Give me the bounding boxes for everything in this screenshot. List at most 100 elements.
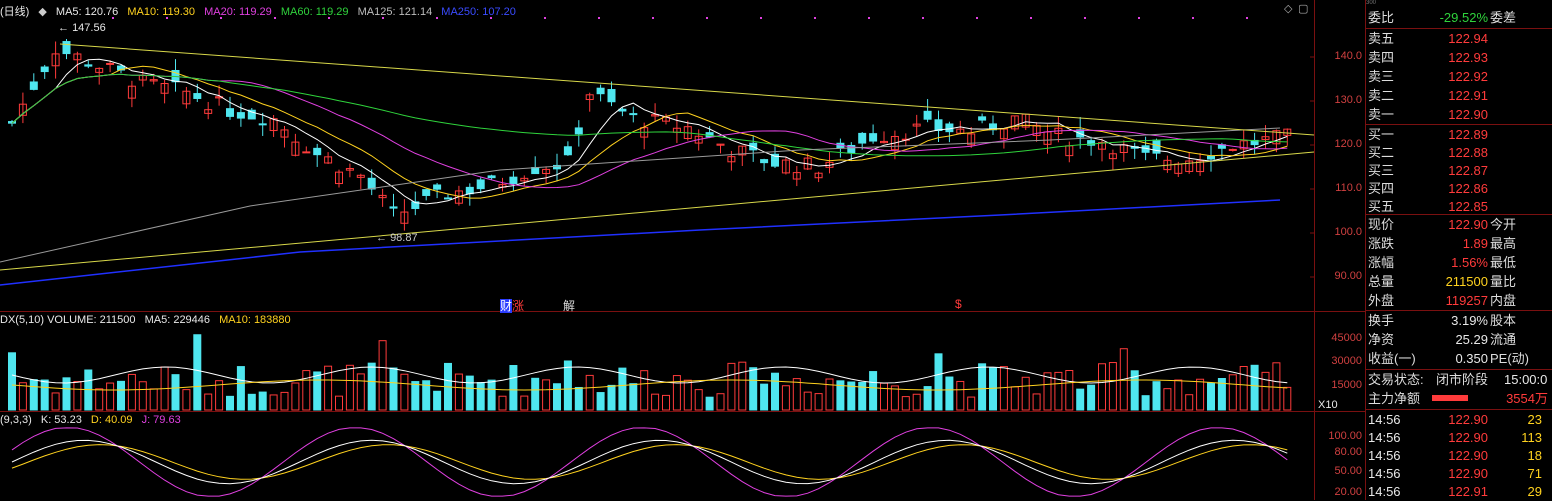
- axis-tick-label: 130.0: [1334, 94, 1362, 106]
- candle-body: [476, 179, 485, 190]
- sell-level-label: 卖五: [1368, 31, 1395, 46]
- volume-bar: [73, 381, 82, 411]
- stat-label: 换手: [1368, 313, 1395, 328]
- event-dot: [976, 17, 978, 19]
- volume-bar: [705, 396, 714, 411]
- tick-volume: 113: [1521, 430, 1542, 445]
- sell-level-price: 122.93: [1448, 50, 1488, 65]
- volume-bar: [127, 373, 136, 411]
- volume-bar: [945, 376, 954, 411]
- event-marker-unlock[interactable]: 解: [563, 297, 575, 314]
- volume-bar: [204, 393, 213, 411]
- sell-level-price: 122.90: [1448, 107, 1488, 122]
- volume-bar: [280, 391, 289, 411]
- chart-canvas[interactable]: [0, 0, 1366, 500]
- chart-toggle-icon[interactable]: ◇: [1284, 2, 1292, 15]
- sell-level-row: 卖二 122.91: [1366, 86, 1552, 105]
- volume-bar: [1087, 384, 1096, 411]
- buy-level-label: 买四: [1368, 181, 1395, 196]
- candle-body: [465, 186, 474, 195]
- ma250-legend: MA250: 107.20: [441, 6, 516, 18]
- candle-body: [1228, 148, 1237, 151]
- volume-bar: [542, 379, 551, 411]
- volume-bar: [367, 362, 376, 411]
- tick-time: 14:56: [1368, 430, 1401, 445]
- buy-level-label: 买二: [1368, 145, 1395, 160]
- sell-level-label: 卖二: [1368, 88, 1395, 103]
- volume-bar: [1021, 376, 1030, 411]
- tick-price: 122.91: [1448, 484, 1488, 499]
- volume-bar: [465, 375, 474, 411]
- event-dot: [868, 17, 870, 19]
- volume-bar: [803, 391, 812, 411]
- kdj-k: K: 53.23: [40, 414, 82, 426]
- buy-level-price: 122.87: [1448, 163, 1488, 178]
- stat-label: 净资: [1368, 332, 1395, 347]
- main-net-row: 主力净额 3554万: [1366, 389, 1552, 408]
- chart-collapse-icon[interactable]: ▢: [1298, 2, 1308, 15]
- volume-bar: [171, 374, 180, 411]
- tick-row: 14:56 122.90 113: [1366, 428, 1552, 447]
- volume-bar: [792, 378, 801, 411]
- volume-bar: [193, 334, 202, 411]
- tick-time: 14:56: [1368, 484, 1401, 499]
- volume-bar: [29, 379, 38, 411]
- volume-bar: [760, 383, 769, 411]
- quote-row: 总量 211500 量比: [1366, 272, 1552, 291]
- volume-bar: [1196, 378, 1205, 411]
- weibi-value: -29.52%: [1439, 10, 1488, 25]
- volume-bar: [258, 391, 267, 411]
- volume-bar: [1010, 386, 1019, 411]
- volume-bar: [880, 382, 888, 411]
- low-price-annotation: ← 98.87: [376, 232, 418, 244]
- volume-bar: [967, 396, 976, 411]
- tick-time: 14:56: [1368, 448, 1401, 463]
- high-price-value: 147.56: [72, 22, 106, 34]
- legend-diamond-icon[interactable]: ◆: [38, 6, 46, 18]
- event-marker-dividend[interactable]: $: [955, 297, 962, 311]
- volume-bar: [531, 377, 540, 411]
- event-dividend-label: $: [955, 297, 962, 311]
- event-unlock-label: 解: [563, 299, 576, 313]
- candle-body: [978, 116, 987, 121]
- event-dot: [1246, 17, 1248, 19]
- volume-bar: [487, 379, 496, 411]
- sell-level-price: 122.92: [1448, 69, 1488, 84]
- axis-tick-label: 110.0: [1335, 182, 1362, 194]
- event-dot: [706, 17, 708, 19]
- volume-bar: [1065, 369, 1074, 411]
- tick-row: 14:56 122.90 18: [1366, 446, 1552, 465]
- quote-value: 1.56%: [1451, 255, 1488, 270]
- candle-body: [367, 177, 376, 190]
- volume-bar: [313, 371, 322, 411]
- tick-volume: 23: [1527, 412, 1542, 427]
- volume-bar: [335, 395, 343, 411]
- event-dot: [598, 17, 600, 19]
- volume-bar: [596, 392, 605, 411]
- stat-row: 净资 25.29 流通: [1366, 330, 1552, 349]
- volume-ma5-line: [11, 366, 1288, 384]
- quote-label: 涨幅: [1368, 255, 1395, 270]
- volume-bar: [1228, 374, 1237, 411]
- candle-body: [509, 176, 518, 185]
- stat-label-secondary: 流通: [1490, 332, 1517, 347]
- buy-level-label: 买三: [1368, 163, 1395, 178]
- stat-label-secondary: 股本: [1490, 313, 1517, 328]
- volume-bar: [509, 365, 518, 411]
- axis-tick-label: 15000: [1331, 379, 1362, 391]
- volume-bar: [749, 367, 758, 411]
- volume-bar: [454, 373, 463, 411]
- candle-body: [433, 184, 442, 190]
- axis-tick-label: 45000: [1331, 332, 1362, 344]
- volume-bar: [553, 383, 561, 411]
- event-rise-label: 涨: [512, 299, 525, 313]
- volume-bar: [1141, 395, 1150, 411]
- quote-value: 211500: [1445, 274, 1488, 289]
- volume-bar: [1076, 388, 1085, 411]
- volume-bar: [781, 385, 790, 411]
- event-marker-finance[interactable]: 财涨: [500, 297, 524, 314]
- quote-label: 涨跌: [1368, 236, 1395, 251]
- main-net-bar: [1432, 395, 1468, 401]
- quote-label-secondary: 最高: [1490, 236, 1517, 251]
- main-net-label: 主力净额: [1368, 391, 1421, 406]
